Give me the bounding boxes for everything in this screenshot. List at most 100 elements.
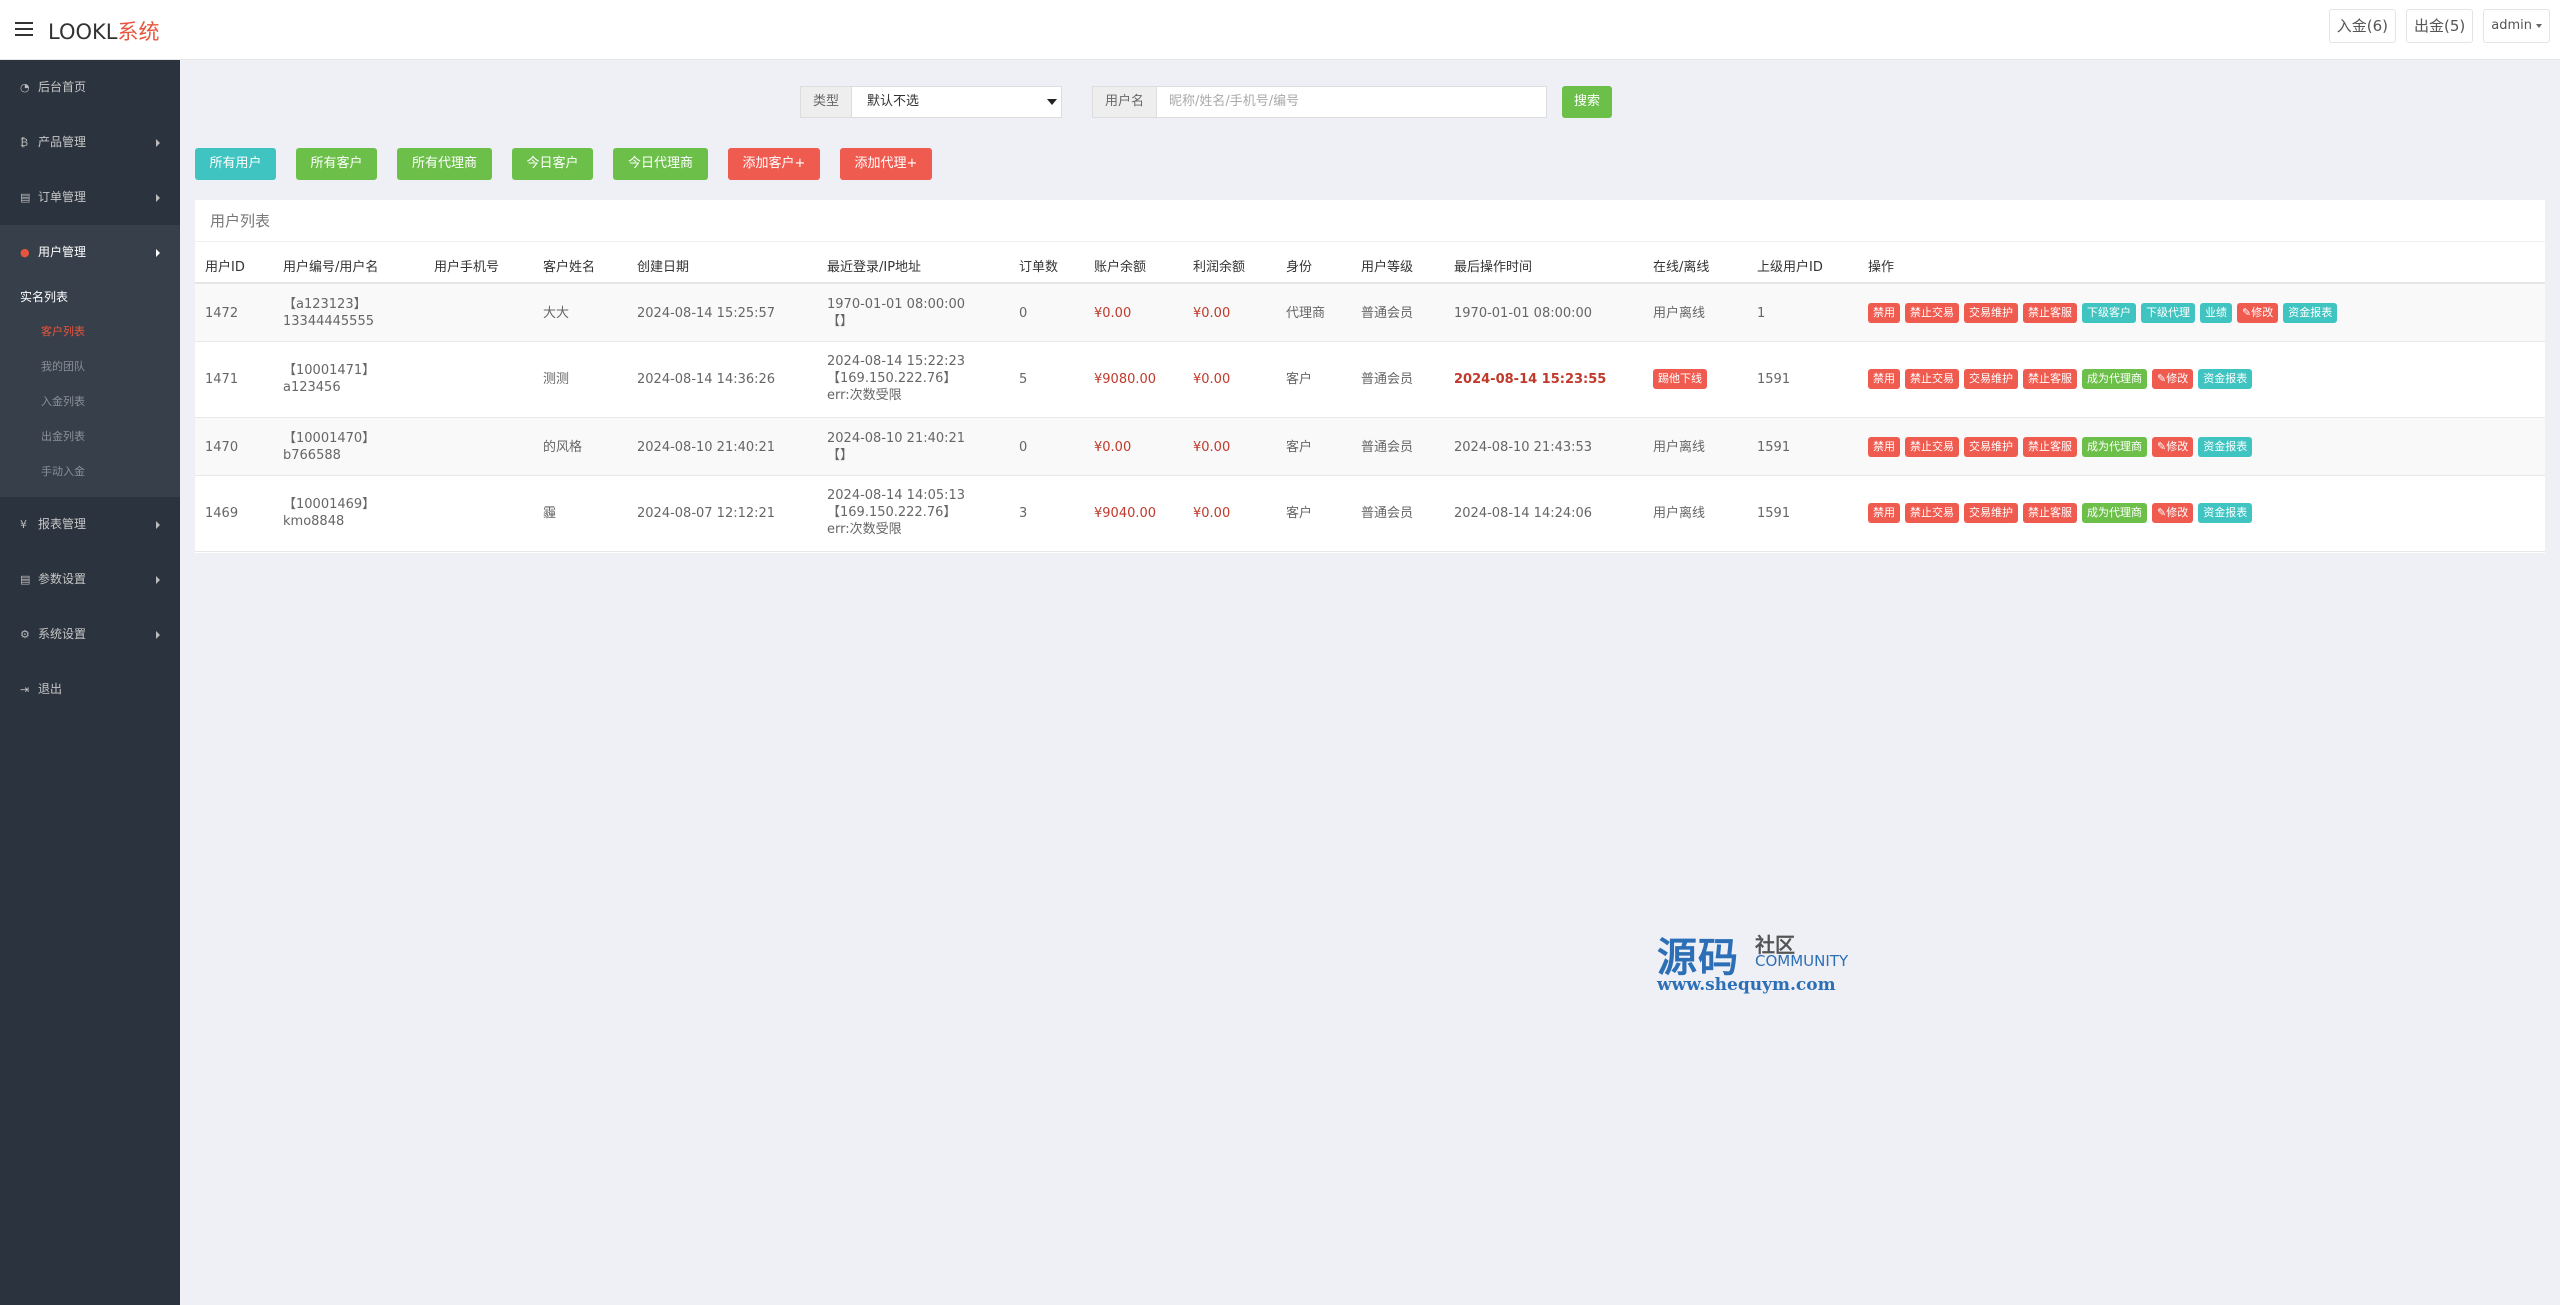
add-agent-button[interactable]: 添加代理+ (840, 148, 932, 180)
app-logo[interactable]: LOOKL系统 (48, 16, 159, 46)
user-level: 普通会员 (1361, 306, 1414, 321)
disable-button[interactable]: 禁用 (1868, 369, 1900, 389)
account-balance: ¥0.00 (1094, 440, 1132, 455)
type-select[interactable]: 默认不选 (852, 86, 1063, 118)
sidebar-subitem-manual-deposit[interactable]: 手动入金 (0, 454, 180, 489)
account-balance: ¥0.00 (1094, 306, 1132, 321)
admin-menu[interactable]: admin (2483, 9, 2550, 43)
parent-user-id: 1591 (1757, 506, 1791, 521)
user-role: 客户 (1286, 506, 1313, 521)
panel-title: 用户列表 (195, 200, 2545, 242)
online-status: 用户离线 (1653, 306, 1706, 321)
created-date: 2024-08-14 15:25:57 (637, 306, 776, 321)
chevron-right-icon (156, 521, 160, 529)
copy-icon: ▤ (20, 191, 31, 204)
watermark-logo: 源码 社区 COMMUNITY www.shequym.com (1657, 925, 1857, 995)
all-users-button[interactable]: 所有用户 (195, 148, 276, 180)
chevron-down-icon (2536, 23, 2542, 28)
ban-trade-button[interactable]: 禁止交易 (1905, 503, 1959, 523)
trade-maintenance-button[interactable]: 交易维护 (1964, 303, 2018, 323)
edit-button[interactable]: ✎修改 (2152, 437, 2194, 457)
disable-button[interactable]: 禁用 (1868, 437, 1900, 457)
order-count: 0 (1019, 440, 1028, 455)
parent-user-id: 1591 (1757, 372, 1791, 387)
ban-support-button[interactable]: 禁止客服 (2023, 369, 2077, 389)
become-agent-button[interactable]: 成为代理商 (2082, 369, 2147, 389)
column-header: 用户ID (205, 260, 245, 275)
kick-offline-button[interactable]: 踢他下线 (1653, 369, 1707, 389)
column-header: 创建日期 (637, 260, 690, 275)
all-customers-button[interactable]: 所有客户 (296, 148, 377, 180)
trade-maintenance-button[interactable]: 交易维护 (1964, 437, 2018, 457)
sidebar-item-products[interactable]: ₿ 产品管理 (0, 115, 180, 170)
last-operation-time: 2024-08-10 21:43:53 (1454, 440, 1593, 455)
sidebar-item-system[interactable]: ⚙ 系统设置 (0, 607, 180, 662)
user-list-panel: 用户列表 用户ID 用户编号/用户名 用户手机号 客户姓名 创建日期 最近登录/… (195, 200, 2545, 553)
sidebar-subitem-customers[interactable]: 客户列表 (0, 314, 180, 349)
chevron-right-icon (156, 631, 160, 639)
customer-name: 霾 (543, 506, 557, 521)
ban-trade-button[interactable]: 禁止交易 (1905, 303, 1959, 323)
search-button[interactable]: 搜索 (1562, 86, 1613, 118)
chevron-right-icon (156, 576, 160, 584)
user-code: 【a123123】 13344445555 (283, 297, 374, 329)
sidebar-item-reports[interactable]: ¥ 报表管理 (0, 497, 180, 552)
disable-button[interactable]: 禁用 (1868, 303, 1900, 323)
ban-support-button[interactable]: 禁止客服 (2023, 437, 2077, 457)
sub-agents-button[interactable]: 下级代理 (2141, 303, 2195, 323)
users-submenu: 实名列表 客户列表 我的团队 入金列表 出金列表 手动入金 (0, 280, 180, 497)
row-actions: 禁用 禁止交易 交易维护 禁止客服 成为代理商 ✎修改 资金报表 (1868, 369, 2253, 389)
become-agent-button[interactable]: 成为代理商 (2082, 503, 2147, 523)
profit-balance: ¥0.00 (1193, 440, 1231, 455)
all-agents-button[interactable]: 所有代理商 (397, 148, 492, 180)
menu-toggle-icon[interactable] (15, 22, 33, 36)
funds-report-button[interactable]: 资金报表 (2283, 303, 2338, 323)
edit-button[interactable]: ✎修改 (2152, 503, 2194, 523)
sidebar-item-logout[interactable]: ⇥ 退出 (0, 662, 180, 717)
parent-user-id: 1591 (1757, 440, 1791, 455)
edit-button[interactable]: ✎修改 (2152, 369, 2194, 389)
sidebar-subtitle[interactable]: 实名列表 (0, 280, 180, 314)
disable-button[interactable]: 禁用 (1868, 503, 1900, 523)
sidebar-item-dashboard[interactable]: ◔ 后台首页 (0, 60, 180, 115)
table-header: 用户ID 用户编号/用户名 用户手机号 客户姓名 创建日期 最近登录/IP地址 … (195, 242, 2545, 284)
ban-trade-button[interactable]: 禁止交易 (1905, 369, 1959, 389)
column-header: 最后操作时间 (1454, 260, 1533, 275)
watermark-url: www.shequym.com (1657, 975, 1836, 995)
sidebar-subitem-deposits[interactable]: 入金列表 (0, 384, 180, 419)
sidebar: ◔ 后台首页 ₿ 产品管理 ▤ 订单管理 ● 用户管理 实名列表 客户列表 我的团队 入… (0, 60, 180, 1305)
performance-button[interactable]: 业绩 (2200, 303, 2232, 323)
deposit-button[interactable]: 入金(6) (2328, 9, 2397, 43)
ban-trade-button[interactable]: 禁止交易 (1905, 437, 1959, 457)
trade-maintenance-button[interactable]: 交易维护 (1964, 503, 2018, 523)
ban-support-button[interactable]: 禁止客服 (2023, 503, 2077, 523)
today-agents-button[interactable]: 今日代理商 (613, 148, 708, 180)
created-date: 2024-08-07 12:12:21 (637, 506, 776, 521)
funds-report-button[interactable]: 资金报表 (2198, 503, 2253, 523)
user-id: 1472 (205, 306, 239, 321)
sidebar-item-orders[interactable]: ▤ 订单管理 (0, 170, 180, 225)
funds-report-button[interactable]: 资金报表 (2198, 369, 2253, 389)
trade-maintenance-button[interactable]: 交易维护 (1964, 369, 2018, 389)
last-operation-time: 2024-08-14 14:24:06 (1454, 506, 1593, 521)
sidebar-subitem-team[interactable]: 我的团队 (0, 349, 180, 384)
sidebar-subitem-withdrawals[interactable]: 出金列表 (0, 419, 180, 454)
user-code: 【10001471】 a123456 (283, 363, 376, 395)
search-form: 类型 默认不选 用户名 昵称/姓名/手机号/编号 搜索 (800, 86, 1613, 118)
today-customers-button[interactable]: 今日客户 (512, 148, 593, 180)
withdraw-button[interactable]: 出金(5) (2406, 9, 2474, 43)
user-id: 1470 (205, 440, 239, 455)
funds-report-button[interactable]: 资金报表 (2198, 437, 2253, 457)
add-customer-button[interactable]: 添加客户+ (728, 148, 820, 180)
sidebar-item-users[interactable]: ● 用户管理 (0, 225, 180, 280)
online-status: 用户离线 (1653, 440, 1706, 455)
online-status: 用户离线 (1653, 506, 1706, 521)
sidebar-item-params[interactable]: ▤ 参数设置 (0, 552, 180, 607)
created-date: 2024-08-10 21:40:21 (637, 440, 776, 455)
ban-support-button[interactable]: 禁止客服 (2023, 303, 2077, 323)
become-agent-button[interactable]: 成为代理商 (2082, 437, 2147, 457)
sub-customers-button[interactable]: 下级客户 (2082, 303, 2136, 323)
yen-icon: ¥ (20, 518, 27, 531)
edit-button[interactable]: ✎修改 (2237, 303, 2279, 323)
username-input[interactable]: 昵称/姓名/手机号/编号 (1157, 86, 1548, 118)
